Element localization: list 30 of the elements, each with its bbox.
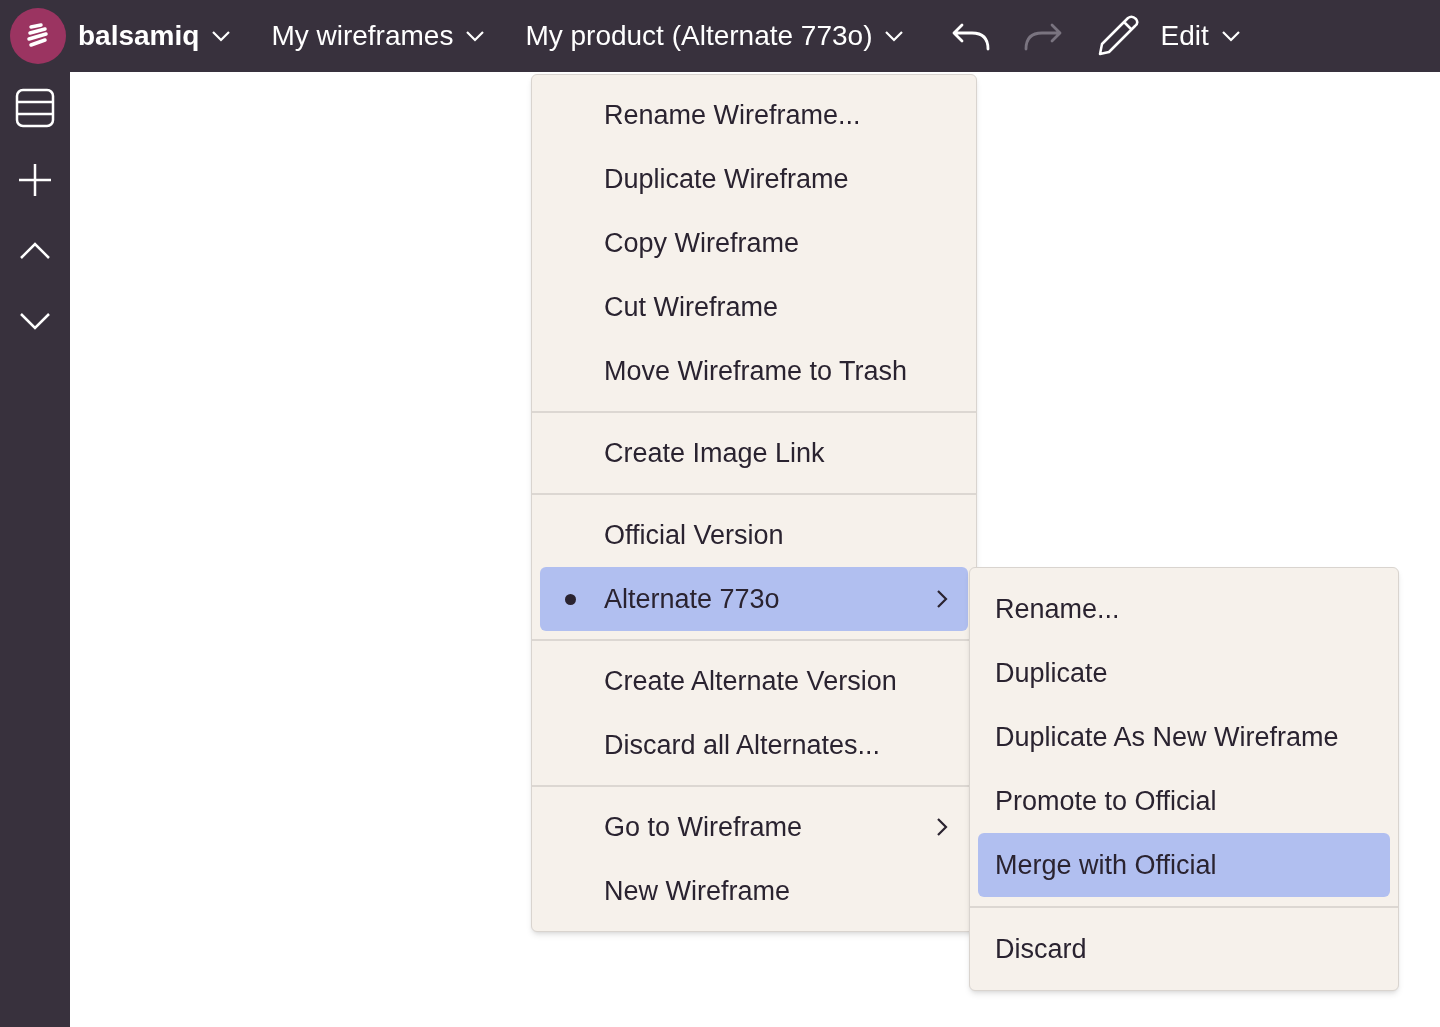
menu-item[interactable]: Discard all Alternates... (540, 713, 968, 777)
menu-item[interactable]: Promote to Official (978, 769, 1390, 833)
breadcrumb-menu-button[interactable]: My product (Alternate 773o) (525, 15, 905, 57)
menu-item[interactable]: Rename Wireframe... (540, 83, 968, 147)
menu-item[interactable]: Official Version (540, 503, 968, 567)
pencil-icon[interactable] (1096, 14, 1141, 58)
menu-item[interactable]: New Wireframe (540, 859, 968, 923)
chevron-down-icon (211, 30, 232, 42)
chevron-down-icon (1220, 30, 1241, 42)
menu-item[interactable]: Discard (978, 917, 1390, 981)
chevron-down-icon (884, 30, 905, 42)
menu-item[interactable]: Merge with Official (978, 833, 1390, 897)
menu-item[interactable]: Go to Wireframe (540, 795, 968, 859)
menu-item[interactable]: Create Alternate Version (540, 649, 968, 713)
logo-icon[interactable] (10, 8, 66, 64)
chevron-down-icon (465, 30, 486, 42)
menu-item[interactable]: Duplicate (978, 641, 1390, 705)
menu-item[interactable]: Rename... (978, 577, 1390, 641)
menu-item[interactable]: Cut Wireframe (540, 275, 968, 339)
menu-item[interactable]: Duplicate Wireframe (540, 147, 968, 211)
plus-icon[interactable] (17, 162, 53, 198)
edit-mode-button[interactable]: Edit (1160, 15, 1241, 57)
layers-icon[interactable] (15, 88, 55, 128)
menu-item[interactable]: Create Image Link (540, 421, 968, 485)
breadcrumb-menu-button[interactable]: My wireframes (271, 15, 486, 57)
brand-menu-button[interactable]: balsamiq (78, 15, 232, 57)
menu-item[interactable]: Move Wireframe to Trash (540, 339, 968, 403)
menu-item[interactable]: Duplicate As New Wireframe (978, 705, 1390, 769)
menu-item[interactable]: Copy Wireframe (540, 211, 968, 275)
menu-item[interactable]: Alternate 773o (540, 567, 968, 631)
